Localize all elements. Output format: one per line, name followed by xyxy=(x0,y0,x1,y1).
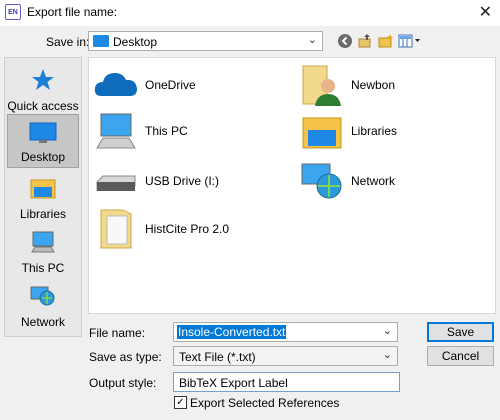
file-name: HistCite Pro 2.0 xyxy=(145,222,230,236)
drive-icon xyxy=(93,158,139,204)
cancel-button[interactable]: Cancel xyxy=(427,346,494,366)
new-folder-icon[interactable] xyxy=(377,32,395,50)
file-name: Libraries xyxy=(351,124,398,138)
chevron-down-icon[interactable]: ⌄ xyxy=(383,324,392,337)
list-item-this-pc[interactable]: This PC xyxy=(93,108,273,154)
save-as-type-label: Save as type: xyxy=(89,350,162,364)
back-icon[interactable] xyxy=(336,32,354,50)
title-bar: EN Export file name: ✕ xyxy=(0,0,500,26)
file-name: Newbon xyxy=(351,78,396,92)
star-icon xyxy=(31,68,55,95)
desktop-folder-icon xyxy=(93,35,109,47)
file-name: USB Drive (I:) xyxy=(145,174,220,188)
list-item-usb-drive[interactable]: USB Drive (I:) xyxy=(93,158,273,204)
place-desktop[interactable]: Desktop xyxy=(7,114,79,168)
view-menu-icon[interactable] xyxy=(398,32,422,50)
save-as-type-dropdown[interactable]: Text File (*.txt) ⌄ xyxy=(173,346,398,366)
file-name: Network xyxy=(351,174,396,188)
file-name-input[interactable]: Insole-Converted.txt xyxy=(177,325,287,339)
list-item-network[interactable]: Network xyxy=(299,158,479,204)
libraries-icon xyxy=(299,108,345,154)
place-label: Desktop xyxy=(20,150,66,164)
computer-icon xyxy=(93,108,139,154)
save-in-dropdown[interactable]: Desktop ⌄ xyxy=(88,31,323,51)
close-icon[interactable]: ✕ xyxy=(479,2,492,22)
desktop-icon xyxy=(29,121,57,148)
list-item-newbon[interactable]: Newbon xyxy=(299,62,479,108)
network-icon xyxy=(299,158,345,204)
file-name: This PC xyxy=(145,124,188,138)
file-name: OneDrive xyxy=(145,78,196,92)
output-style-value: BibTeX Export Label xyxy=(179,376,288,390)
list-item-histcite[interactable]: HistCite Pro 2.0 xyxy=(93,206,273,252)
place-label: Libraries xyxy=(19,207,67,221)
file-list: OneDrive Newbon This PC Libraries USB Dr… xyxy=(88,57,496,314)
chevron-down-icon: ⌄ xyxy=(382,349,392,361)
place-label: Quick access xyxy=(7,99,79,113)
up-folder-icon[interactable] xyxy=(356,32,374,50)
save-in-label: Save in: xyxy=(46,35,90,49)
list-item-onedrive[interactable]: OneDrive xyxy=(93,62,273,108)
place-label: This PC xyxy=(21,261,65,275)
file-name-label: File name: xyxy=(89,326,146,340)
list-item-libraries[interactable]: Libraries xyxy=(299,108,479,154)
window-title: Export file name: xyxy=(27,5,118,19)
save-button[interactable]: Save xyxy=(427,322,494,342)
place-libraries[interactable]: Libraries xyxy=(7,170,79,224)
folder-icon xyxy=(93,206,139,252)
save-in-value: Desktop xyxy=(113,35,158,49)
user-folder-icon xyxy=(299,62,345,108)
export-selected-checkbox[interactable]: ✓ xyxy=(174,396,187,409)
output-style-label: Output style: xyxy=(89,376,157,390)
chevron-down-icon: ⌄ xyxy=(307,34,317,46)
output-style-field[interactable]: BibTeX Export Label xyxy=(173,372,400,392)
file-name-combobox[interactable]: Insole-Converted.txt ⌄ xyxy=(173,322,398,342)
libraries-icon xyxy=(30,176,56,203)
place-this-pc[interactable]: This PC xyxy=(7,224,79,278)
place-network[interactable]: Network xyxy=(7,278,79,332)
network-icon xyxy=(30,284,56,311)
save-as-type-value: Text File (*.txt) xyxy=(179,350,256,364)
cloud-icon xyxy=(93,62,139,108)
places-bar: Quick access Desktop Libraries This PC N… xyxy=(4,57,82,337)
app-icon: EN xyxy=(5,4,21,20)
export-selected-label[interactable]: Export Selected References xyxy=(190,396,339,410)
place-quick-access[interactable]: Quick access xyxy=(7,62,79,116)
place-label: Network xyxy=(20,315,65,329)
computer-icon xyxy=(30,230,56,257)
